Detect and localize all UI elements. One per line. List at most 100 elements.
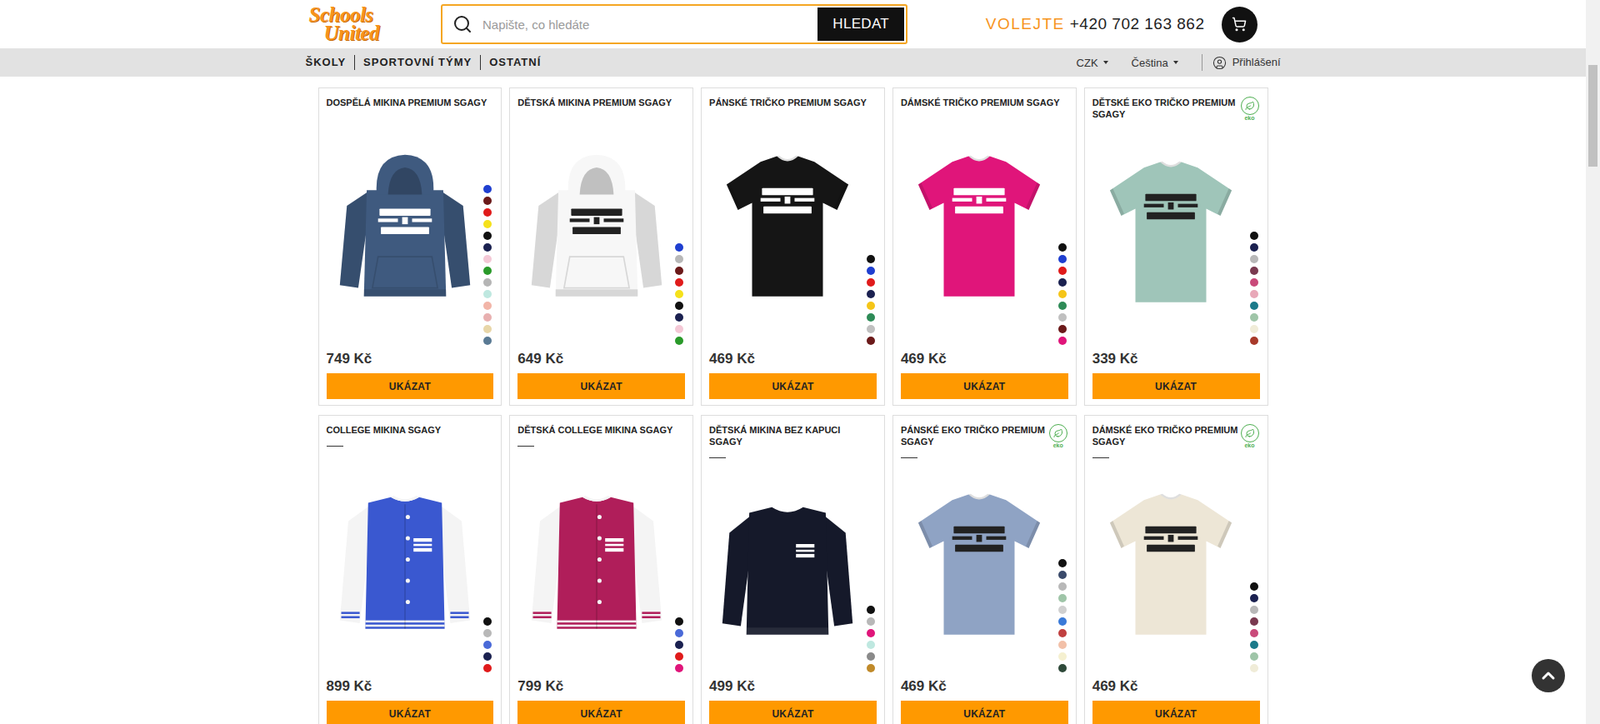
color-swatch[interactable]: [483, 231, 492, 240]
phone[interactable]: VOLEJTE+420 702 163 862: [985, 15, 1205, 34]
color-swatch[interactable]: [1250, 582, 1259, 591]
color-swatch[interactable]: [675, 664, 684, 673]
color-swatch[interactable]: [1058, 617, 1067, 626]
color-swatch[interactable]: [866, 278, 875, 287]
color-swatch[interactable]: [1058, 605, 1067, 615]
color-swatch[interactable]: [483, 640, 492, 650]
currency-dropdown[interactable]: CZK: [1076, 56, 1109, 70]
color-swatch[interactable]: [483, 243, 492, 252]
product-image[interactable]: [900, 458, 1069, 678]
color-swatch[interactable]: [866, 336, 875, 345]
color-swatch[interactable]: [1058, 290, 1067, 299]
color-swatch[interactable]: [483, 185, 492, 194]
scrollbar[interactable]: [1585, 0, 1600, 724]
color-swatch[interactable]: [483, 278, 492, 287]
product-card[interactable]: DĚTSKÁ COLLEGE MIKINA SGAGY799 KčUKÁZAT: [509, 415, 694, 724]
color-swatch[interactable]: [675, 629, 684, 638]
color-swatch[interactable]: [1058, 255, 1067, 264]
color-swatch[interactable]: [866, 640, 875, 650]
color-swatch[interactable]: [483, 255, 492, 264]
color-swatch[interactable]: [483, 652, 492, 661]
color-swatch[interactable]: [1250, 231, 1259, 240]
color-swatch[interactable]: [1058, 301, 1067, 310]
color-swatch[interactable]: [483, 196, 492, 205]
nav-item[interactable]: ŠKOLY: [305, 55, 355, 70]
product-image[interactable]: [709, 108, 877, 350]
color-swatch[interactable]: [675, 617, 684, 626]
color-swatch[interactable]: [866, 266, 875, 275]
color-swatch[interactable]: [1250, 617, 1259, 626]
color-swatch[interactable]: [483, 313, 492, 322]
color-swatch[interactable]: [483, 629, 492, 638]
color-swatch[interactable]: [1250, 629, 1259, 638]
login-link[interactable]: Přihlášení: [1201, 54, 1281, 71]
color-swatch[interactable]: [866, 652, 875, 661]
product-card[interactable]: DÁMSKÉ TRIČKO PREMIUM SGAGY469 KčUKÁZAT: [892, 87, 1077, 406]
color-swatch[interactable]: [1058, 313, 1067, 322]
color-swatch[interactable]: [675, 243, 684, 252]
scrollbar-thumb[interactable]: [1588, 65, 1598, 167]
color-swatch[interactable]: [1250, 640, 1259, 650]
color-swatch[interactable]: [675, 290, 684, 299]
product-image[interactable]: [1092, 458, 1260, 678]
color-swatch[interactable]: [1058, 640, 1067, 650]
show-button[interactable]: UKÁZAT: [900, 373, 1069, 400]
product-title[interactable]: DĚTSKÁ COLLEGE MIKINA SGAGY: [517, 424, 685, 436]
color-swatch[interactable]: [1250, 243, 1259, 252]
color-swatch[interactable]: [1250, 290, 1259, 299]
show-button[interactable]: UKÁZAT: [517, 373, 685, 400]
nav-item[interactable]: SPORTOVNÍ TÝMY: [354, 55, 480, 70]
color-swatch[interactable]: [675, 336, 684, 345]
product-card[interactable]: DOSPĚLÁ MIKINA PREMIUM SGAGY749 KčUKÁZAT: [318, 87, 503, 406]
product-image[interactable]: [326, 446, 495, 678]
color-swatch[interactable]: [483, 301, 492, 310]
color-swatch[interactable]: [866, 313, 875, 322]
color-swatch[interactable]: [866, 290, 875, 299]
color-swatch[interactable]: [483, 325, 492, 334]
color-swatch[interactable]: [866, 255, 875, 264]
color-swatch[interactable]: [1250, 664, 1259, 673]
product-title[interactable]: DÁMSKÉ TRIČKO PREMIUM SGAGY: [900, 96, 1069, 109]
color-swatch[interactable]: [1250, 301, 1259, 310]
product-card[interactable]: DĚTSKÁ MIKINA BEZ KAPUCI SGAGY499 KčUKÁZ…: [700, 415, 885, 724]
color-swatch[interactable]: [1058, 325, 1067, 334]
product-title[interactable]: DÁMSKÉ EKO TRIČKO PREMIUM SGAGY: [1092, 424, 1260, 448]
color-swatch[interactable]: [1058, 629, 1067, 638]
color-swatch[interactable]: [866, 629, 875, 638]
color-swatch[interactable]: [675, 313, 684, 322]
scroll-top-button[interactable]: [1531, 659, 1565, 693]
product-card[interactable]: COLLEGE MIKINA SGAGY899 KčUKÁZAT: [318, 415, 503, 724]
product-image[interactable]: [709, 458, 877, 678]
color-swatch[interactable]: [1058, 243, 1067, 252]
color-swatch[interactable]: [483, 336, 492, 345]
color-swatch[interactable]: [483, 220, 492, 229]
color-swatch[interactable]: [1058, 582, 1067, 591]
show-button[interactable]: UKÁZAT: [709, 373, 877, 400]
color-swatch[interactable]: [675, 325, 684, 334]
color-swatch[interactable]: [1250, 278, 1259, 287]
color-swatch[interactable]: [1058, 559, 1067, 568]
color-swatch[interactable]: [1058, 336, 1067, 345]
color-swatch[interactable]: [675, 652, 684, 661]
color-swatch[interactable]: [483, 617, 492, 626]
product-image[interactable]: [1092, 120, 1260, 350]
color-swatch[interactable]: [866, 301, 875, 310]
color-swatch[interactable]: [1250, 336, 1259, 345]
product-card[interactable]: PÁNSKÉ EKO TRIČKO PREMIUM SGAGYeko469 Kč…: [892, 415, 1077, 724]
color-swatch[interactable]: [1058, 664, 1067, 673]
show-button[interactable]: UKÁZAT: [517, 700, 685, 724]
product-image[interactable]: [326, 108, 495, 350]
product-title[interactable]: COLLEGE MIKINA SGAGY: [326, 424, 495, 436]
product-image[interactable]: [517, 108, 685, 350]
color-swatch[interactable]: [1250, 313, 1259, 322]
nav-item[interactable]: OSTATNÍ: [480, 55, 550, 70]
show-button[interactable]: UKÁZAT: [326, 373, 495, 400]
product-title[interactable]: DĚTSKÁ MIKINA PREMIUM SGAGY: [517, 96, 685, 109]
color-swatch[interactable]: [1058, 652, 1067, 661]
color-swatch[interactable]: [1250, 652, 1259, 661]
color-swatch[interactable]: [1250, 255, 1259, 264]
color-swatch[interactable]: [675, 278, 684, 287]
color-swatch[interactable]: [1250, 266, 1259, 275]
phone-number[interactable]: +420 702 163 862: [1070, 15, 1205, 34]
product-card[interactable]: DÁMSKÉ EKO TRIČKO PREMIUM SGAGYeko469 Kč…: [1084, 415, 1269, 724]
